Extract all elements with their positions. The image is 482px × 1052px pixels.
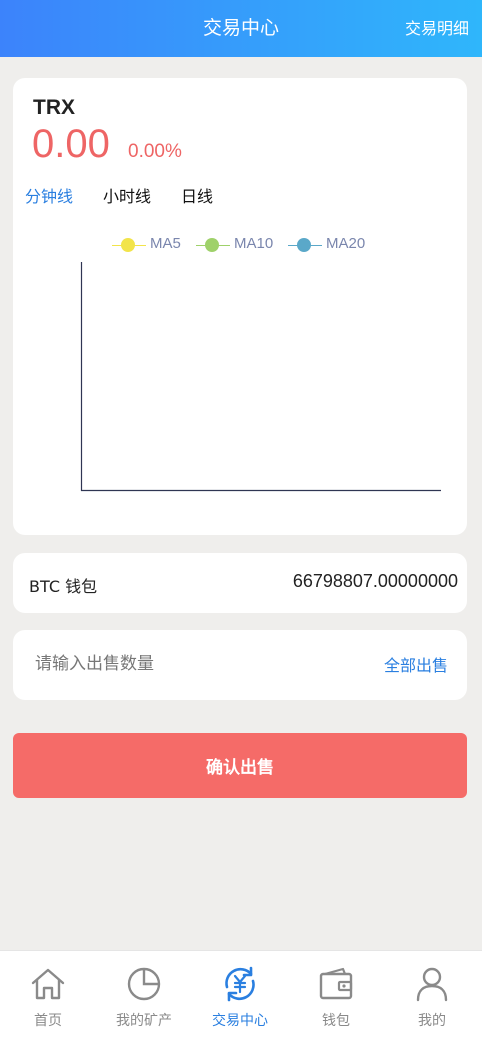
wallet-icon [319,967,353,1000]
nav-trade-center-label: 交易中心 [212,1013,268,1029]
kline-chart [80,262,441,492]
user-icon [416,967,448,1002]
top-header: 交易中心 交易明细 [0,0,482,57]
nav-my-mining-label: 我的矿产 [116,1013,172,1029]
confirm-sell-button[interactable]: 确认出售 [13,733,467,798]
nav-wallet-label: 钱包 [322,1013,350,1029]
sell-all-button[interactable]: 全部出售 [384,652,448,676]
wallet-label: BTC 钱包 [29,577,98,596]
yuan-exchange-icon [225,966,255,1002]
market-chart-card: TRX 0.00 0.00% 分钟线 小时线 日线 MA5 MA10 MA20 [13,78,467,535]
nav-profile-label: 我的 [418,1013,446,1029]
trade-detail-link[interactable]: 交易明细 [405,0,469,57]
home-icon [31,968,65,1000]
pie-chart-icon [127,967,161,1001]
wallet-balance: 66798807.00000000 [292,571,458,591]
wallet-balance-card: BTC 钱包 66798807.00000000 [13,553,467,613]
nav-trade-center[interactable]: 交易中心 [192,951,288,1052]
nav-home-label: 首页 [34,1013,62,1029]
sell-amount-input[interactable] [35,648,355,680]
sell-amount-card: 全部出售 [13,630,467,700]
nav-profile[interactable]: 我的 [384,951,480,1052]
nav-home[interactable]: 首页 [0,951,96,1052]
nav-my-mining[interactable]: 我的矿产 [96,951,192,1052]
bottom-tab-bar: 首页 我的矿产 交易中心 钱包 我的 [0,950,482,1052]
nav-wallet[interactable]: 钱包 [288,951,384,1052]
